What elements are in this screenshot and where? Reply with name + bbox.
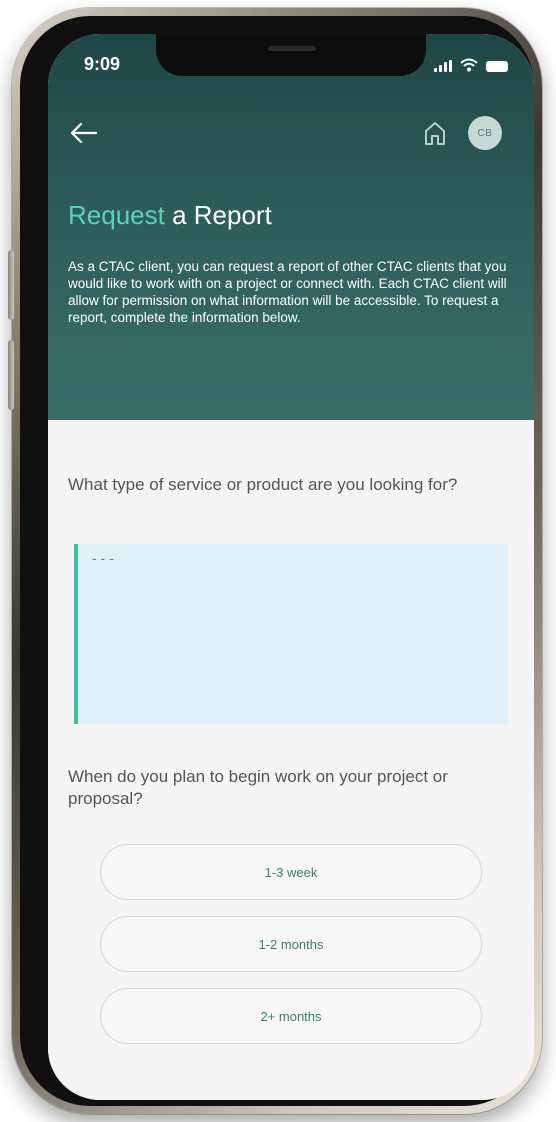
timeline-option-1-2-months[interactable]: 1-2 months (100, 916, 482, 972)
timeline-option-1-3-week[interactable]: 1-3 week (100, 844, 482, 900)
service-answer-box[interactable] (74, 544, 508, 724)
phone-screen: 9:09 CB Request a Report As a CTAC clien… (48, 34, 534, 1100)
timeline-option-2-plus-months[interactable]: 2+ months (100, 988, 482, 1044)
battery-icon (486, 61, 508, 72)
side-button (8, 250, 14, 320)
service-answer-input[interactable] (92, 550, 494, 718)
notch (156, 34, 426, 76)
wifi-icon (460, 58, 478, 72)
page-title-accent: Request (68, 200, 165, 230)
signal-icon (434, 60, 452, 72)
home-icon (425, 122, 445, 145)
service-question: What type of service or product are you … (68, 475, 458, 494)
back-button[interactable] (68, 116, 108, 150)
avatar[interactable]: CB (468, 116, 502, 150)
header: 9:09 CB Request a Report As a CTAC clien… (48, 34, 534, 420)
intro-text: As a CTAC client, you can request a repo… (68, 259, 507, 325)
home-button[interactable] (420, 118, 450, 148)
page-title-rest: a Report (172, 200, 272, 230)
side-button (8, 340, 14, 410)
page-title: Request a Report (68, 200, 272, 231)
arrow-left-icon (70, 122, 98, 144)
status-icons (434, 56, 508, 72)
status-time: 9:09 (84, 54, 121, 74)
stage: 9:09 CB Request a Report As a CTAC clien… (0, 0, 556, 1122)
nav-row: CB (48, 114, 534, 154)
speaker-grille (268, 46, 316, 51)
form-content: What type of service or product are you … (48, 420, 534, 1100)
timeline-question: When do you plan to begin work on your p… (68, 767, 448, 808)
